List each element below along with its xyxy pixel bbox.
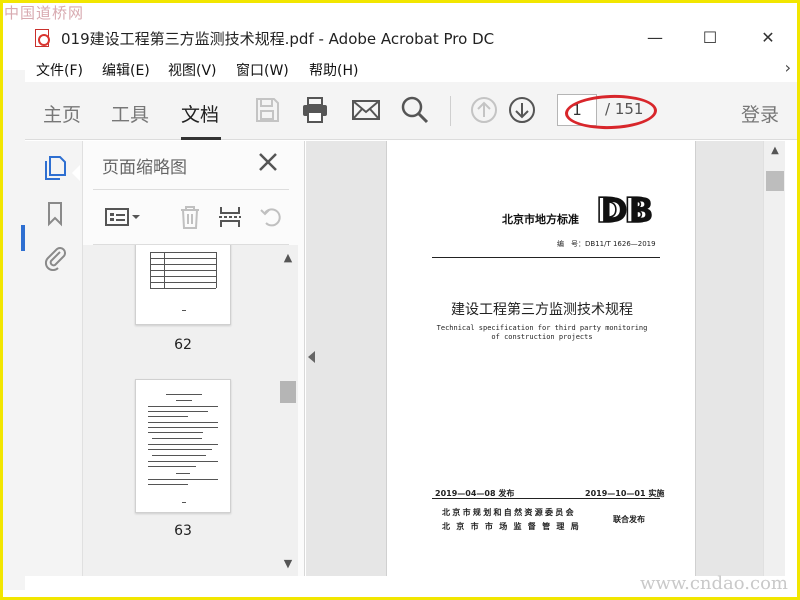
thumbnail-options-icon[interactable]	[103, 203, 143, 231]
main-toolbar: 主页 工具 文档 / 151 登录	[25, 82, 797, 140]
menu-help[interactable]: 帮助(H)	[309, 60, 358, 80]
save-icon[interactable]	[251, 94, 283, 126]
menu-edit[interactable]: 编辑(E)	[102, 60, 150, 80]
svg-text:DB: DB	[600, 191, 654, 227]
collapse-panel-icon[interactable]	[308, 351, 315, 363]
document-scrollbar[interactable]: ▲	[763, 141, 785, 576]
tab-tools[interactable]: 工具	[111, 100, 149, 127]
maximize-button[interactable]: ☐	[695, 26, 725, 50]
active-tab-indicator	[181, 137, 221, 140]
attachment-icon[interactable]	[41, 243, 69, 271]
thumbnail-page-number: 63	[174, 523, 192, 539]
toolbar-separator	[450, 96, 451, 126]
delete-page-icon[interactable]	[175, 203, 205, 231]
page-thumbnails-icon[interactable]	[41, 153, 69, 181]
print-icon[interactable]	[299, 94, 331, 126]
extract-page-icon[interactable]	[215, 203, 245, 231]
window-edge	[785, 141, 797, 576]
issuing-org: 北京市市场监督管理局	[442, 522, 585, 531]
menu-view[interactable]: 视图(V)	[168, 60, 217, 80]
issuing-org: 北京市规划和自然资源委员会	[442, 508, 576, 517]
menu-window[interactable]: 窗口(W)	[236, 60, 289, 80]
title-bar: 019建设工程第三方监测技术规程.pdf - Adobe Acrobat Pro…	[25, 22, 797, 56]
db-logo: DB DB	[595, 191, 654, 227]
scroll-up-icon[interactable]: ▲	[766, 145, 784, 159]
pdf-file-icon	[35, 29, 50, 47]
thumbnail-page[interactable]	[135, 245, 231, 325]
menu-file[interactable]: 文件(F)	[36, 60, 83, 80]
document-number: 编 号：DB11/T 1626—2019	[557, 240, 656, 248]
navigation-rail	[25, 141, 83, 576]
panel-title: 页面缩略图	[102, 158, 187, 178]
standard-label: 北京市地方标准	[502, 213, 579, 226]
panel-divider	[93, 189, 289, 190]
previous-page-icon[interactable]	[468, 94, 500, 126]
minimize-button[interactable]: —	[640, 26, 670, 50]
document-subtitle-en: of construction projects	[491, 333, 593, 341]
mail-icon[interactable]	[350, 94, 382, 126]
document-viewer: 北京市地方标准 DB DB 编 号：DB11/T 1626—2019 建设工程第…	[306, 141, 763, 576]
rotate-page-icon[interactable]	[257, 203, 287, 231]
close-button[interactable]: ✕	[753, 26, 783, 50]
bookmark-icon[interactable]	[41, 199, 69, 227]
pdf-page: 北京市地方标准 DB DB 编 号：DB11/T 1626—2019 建设工程第…	[386, 141, 696, 576]
thumbnail-page[interactable]	[135, 379, 231, 513]
scroll-down-icon[interactable]: ▼	[280, 557, 296, 571]
thumbnail-page-number: 62	[174, 337, 192, 353]
next-page-icon[interactable]	[506, 94, 538, 126]
page-rule	[432, 257, 660, 258]
menu-bar: 文件(F) 编辑(E) 视图(V) 窗口(W) 帮助(H) ›	[25, 56, 797, 82]
tab-home[interactable]: 主页	[43, 100, 81, 127]
thumbnail-toolbar	[83, 197, 304, 237]
scrollbar-thumb[interactable]	[280, 381, 296, 403]
window-title: 019建设工程第三方监测技术规程.pdf - Adobe Acrobat Pro…	[61, 30, 495, 48]
login-button[interactable]: 登录	[741, 100, 779, 127]
document-subtitle-en: Technical specification for third party …	[436, 324, 648, 332]
search-icon[interactable]	[399, 94, 431, 126]
thumbnail-list: 62 63	[83, 245, 278, 576]
watermark-top: 中国道桥网	[4, 4, 85, 22]
scroll-up-icon[interactable]: ▲	[280, 251, 296, 265]
thumbnail-scrollbar[interactable]: ▲ ▼	[278, 245, 298, 576]
joint-release: 联合发布	[613, 515, 645, 524]
tab-document[interactable]: 文档	[181, 100, 219, 127]
close-panel-icon[interactable]	[255, 149, 281, 175]
background-window-edge	[3, 70, 25, 590]
page-rule	[432, 498, 660, 499]
menu-overflow-chevron[interactable]: ›	[785, 58, 791, 77]
watermark-bottom: www.cndao.com	[640, 573, 788, 594]
rail-active-notch	[72, 165, 80, 181]
scrollbar-thumb[interactable]	[766, 171, 784, 191]
document-title: 建设工程第三方监测技术规程	[451, 302, 633, 318]
thumbnail-panel: 页面缩略图 62 63 ▲ ▼	[83, 141, 305, 576]
